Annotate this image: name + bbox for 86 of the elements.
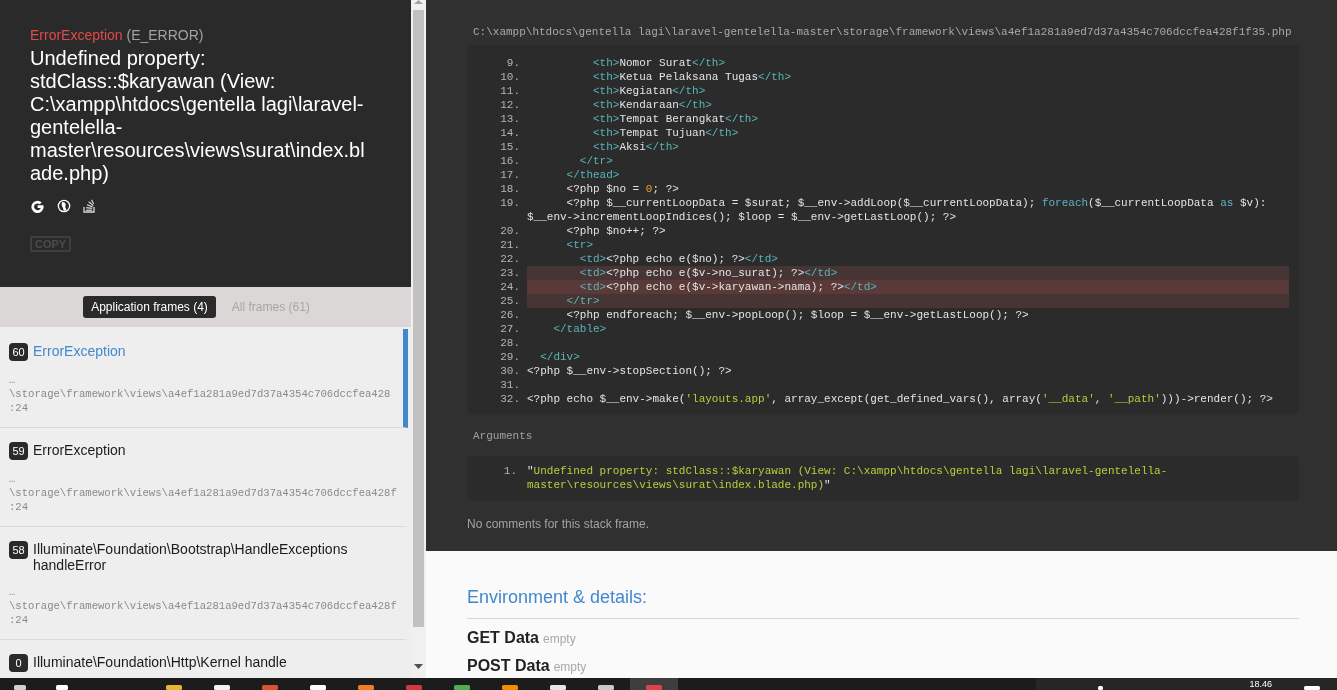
line-number: 16. — [499, 154, 520, 168]
line-number: 22. — [499, 252, 520, 266]
argument-value: "Undefined property: stdClass::$karyawan (View: C:\xampp\htdocs\gentella lagi\laravel-gentelella-master\resources\views\surat\index.blade.php)" — [527, 464, 1169, 492]
code-line: </tr> — [578, 154, 613, 168]
frame-number-badge: 0 — [9, 654, 28, 672]
scrollbar-thumb[interactable] — [413, 10, 424, 627]
empty-label: empty — [543, 631, 576, 648]
scroll-down-arrow-icon[interactable] — [414, 664, 423, 669]
line-number: :24 — [9, 500, 29, 514]
scrollbar[interactable] — [411, 0, 426, 678]
line-number: :24 — [9, 401, 29, 415]
line-number: 29. — [499, 350, 520, 364]
ellipsis-text: … — [9, 373, 16, 387]
code-line: <?php $no = 0; ?> — [565, 182, 679, 196]
section-heading: Environment & details: — [467, 586, 648, 608]
line-number: 25. — [499, 294, 520, 308]
line-number: 12. — [499, 98, 520, 112]
line-number: 21. — [499, 238, 520, 252]
line-number: 17. — [499, 168, 520, 182]
data-label: POST Data — [467, 656, 550, 675]
line-number: 10. — [499, 70, 520, 84]
frame-number-badge: 58 — [9, 541, 28, 559]
data-label: GET Data — [467, 628, 539, 647]
line-number: 32. — [499, 392, 520, 406]
code-line: <?php $no++; ?> — [565, 224, 666, 238]
line-number: 30. — [499, 364, 520, 378]
stack-frame-item[interactable]: 59 ErrorException … \storage\framework\views\a4ef1a281a9ed7d37a4354c706dccfea428f :24 — [0, 428, 408, 527]
notification-icon[interactable] — [1304, 686, 1320, 690]
error-title: ErrorException (E_ERROR) — [30, 27, 204, 44]
code-line: <tr> — [565, 238, 593, 252]
empty-label: empty — [553, 659, 587, 676]
line-number: 15. — [499, 140, 520, 154]
frames-tab[interactable]: Application frames (4) — [83, 296, 216, 318]
code-line: <th>Aksi</th> — [592, 140, 679, 154]
code-line: <th>Nomor Surat</th> — [592, 56, 726, 70]
line-number: 26. — [499, 308, 520, 322]
error-message: Undefined property: stdClass::$karyawan (View: C:\xampp\htdocs\gentella lagi\laravel-gentelella-master\resources\views\surat\index.blade.php) — [30, 47, 366, 185]
frame-number-badge: 60 — [9, 343, 28, 361]
code-line: <?php $__env->stopSection(); ?> — [527, 364, 732, 378]
code-line: </table> — [552, 322, 607, 336]
code-line: <th>Tempat Berangkat</th> — [592, 112, 759, 126]
line-number: 18. — [499, 182, 520, 196]
ellipsis-text: … — [9, 585, 16, 599]
g-logo-icon[interactable] — [30, 198, 45, 214]
frame-number-badge: 59 — [9, 442, 28, 460]
file-path: \storage\framework\views\a4ef1a281a9ed7d37a4354c706dccfea428f — [9, 486, 397, 500]
arguments-heading: Arguments — [473, 429, 533, 443]
taskbar-icon[interactable] — [56, 685, 68, 690]
code-line: <th>Ketua Pelaksana Tugas</th> — [592, 70, 792, 84]
line-number: 11. — [499, 84, 520, 98]
taskbar-icon[interactable] — [14, 685, 26, 690]
line-number: 24. — [499, 280, 520, 294]
frame-title: Illuminate\Foundation\Http\Kernel handle — [33, 654, 287, 670]
stack-icon[interactable] — [83, 199, 95, 213]
line-number: 27. — [499, 322, 520, 336]
line-number: 14. — [499, 126, 520, 140]
argument-number: 1. — [502, 464, 517, 479]
ellipsis-text: … — [9, 472, 16, 486]
line-number: 20. — [499, 224, 520, 238]
file-path: C:\xampp\htdocs\gentella lagi\laravel-gentelella-master\storage\framework\views\a4ef1a281a9ed7d37a4354c706dccfea428f1f35.php — [473, 25, 1292, 39]
code-line: <?php endforeach; $__env->popLoop(); $loop = $__env->getLastLoop(); ?> — [565, 308, 1029, 322]
frame-title: ErrorException — [33, 343, 126, 359]
comments-text: No comments for this stack frame. — [467, 517, 650, 531]
code-line: <th>Kegiatan</th> — [592, 84, 706, 98]
code-line: <?php echo $__env->make('layouts.app', array_except(get_defined_vars(), array('__data', '__path')))->render(); ?> — [527, 392, 1273, 406]
frame-title: ErrorException — [33, 442, 126, 458]
code-line: <?php $__currentLoopData = $surat; $__env->addLoop($__currentLoopData); foreach($__currentLoopData as $v): $__env->incrementLoopIndices(); $loop = $__env->getLastLoop(); ?> — [527, 196, 1268, 224]
code-line: <th>Kendaraan</th> — [592, 98, 712, 112]
code-line: <td><?php echo e($no); ?></td> — [578, 252, 778, 266]
stack-frame-item[interactable]: 58 Illuminate\Foundation\Bootstrap\HandleExceptions handleError … \storage\framework\views\a4ef1a281a9ed7d37a4354c706dccfea428f :24 — [0, 527, 408, 640]
code-line: </thead> — [565, 168, 620, 182]
line-number: 28. — [499, 336, 520, 350]
code-line: </div> — [539, 350, 580, 364]
line-number: 31. — [499, 378, 520, 392]
clock-time: 18.46 — [1249, 678, 1272, 690]
line-number: 13. — [499, 112, 520, 126]
line-number: 19. — [499, 196, 520, 211]
file-path: \storage\framework\views\a4ef1a281a9ed7d37a4354c706dccfea428f — [9, 599, 397, 613]
tray-icon[interactable] — [1098, 686, 1104, 690]
line-number: 9. — [505, 56, 520, 70]
frame-title: Illuminate\Foundation\Bootstrap\HandleExceptions handleError — [33, 541, 349, 573]
circle-logo-icon[interactable] — [57, 199, 71, 213]
code-line: <th>Tempat Tujuan</th> — [592, 126, 739, 140]
file-path: \storage\framework\views\a4ef1a281a9ed7d37a4354c706dccfea428 — [9, 387, 391, 401]
line-number: 23. — [499, 266, 520, 280]
line-number: :24 — [9, 613, 29, 627]
